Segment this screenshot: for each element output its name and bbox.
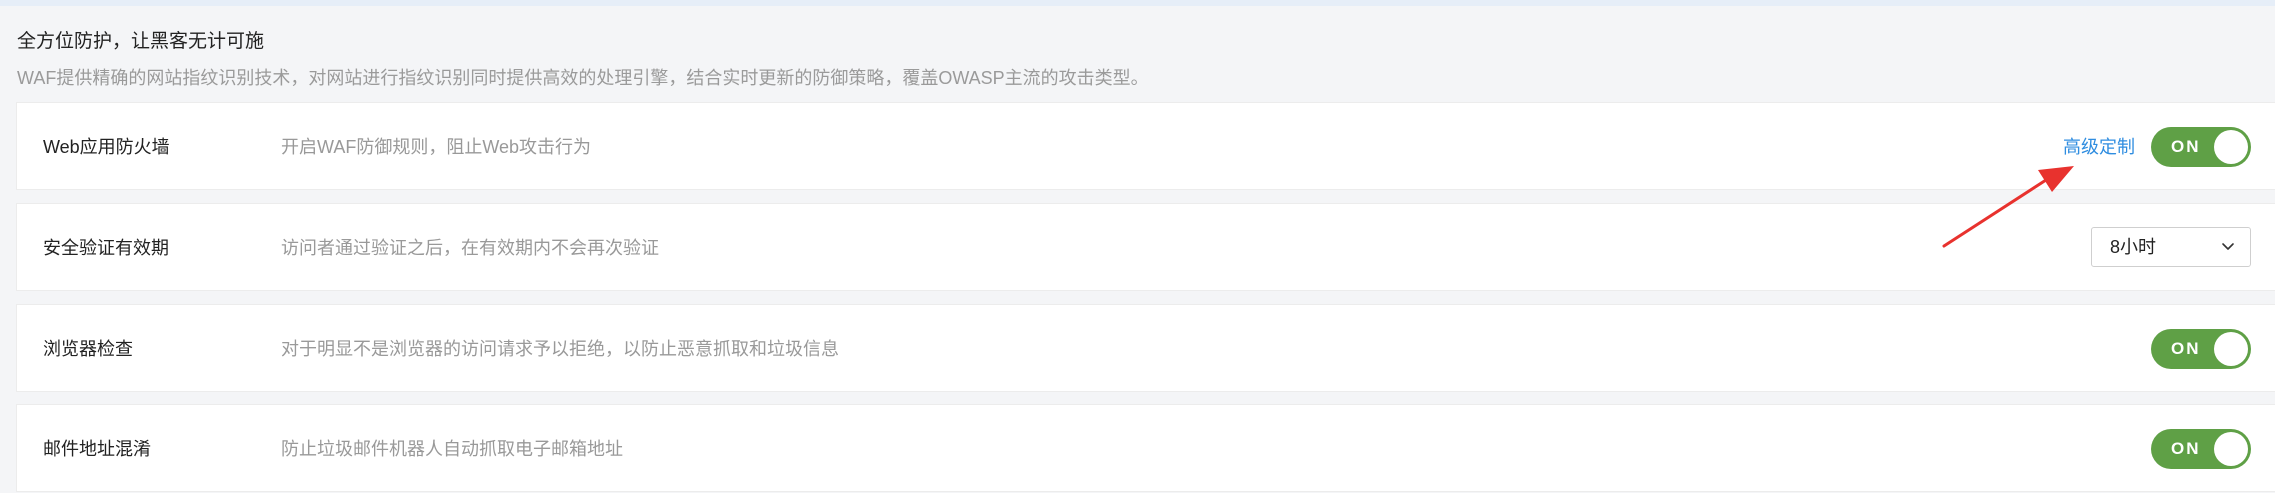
chevron-down-icon [2222,243,2234,250]
waf-toggle[interactable]: ON [2151,127,2251,167]
setting-card-verification-validity: 安全验证有效期 访问者通过验证之后，在有效期内不会再次验证 8小时 [16,203,2275,291]
email-obfuscation-toggle-label: ON [2171,439,2201,458]
setting-title-browser-check: 浏览器检查 [43,339,133,359]
setting-card-email-obfuscation: 邮件地址混淆 防止垃圾邮件机器人自动抓取电子邮箱地址 ON [16,404,2275,492]
waf-toggle-label: ON [2171,137,2201,156]
setting-description-browser-check: 对于明显不是浏览器的访问请求予以拒绝，以防止恶意抓取和垃圾信息 [281,339,839,359]
waf-toggle-knob [2214,130,2248,164]
top-strip [0,0,2275,6]
setting-card-browser-check: 浏览器检查 对于明显不是浏览器的访问请求予以拒绝，以防止恶意抓取和垃圾信息 ON [16,304,2275,392]
setting-description-verification-validity: 访问者通过验证之后，在有效期内不会再次验证 [281,238,659,258]
email-obfuscation-toggle[interactable]: ON [2151,429,2251,469]
setting-card-waf: Web应用防火墙 开启WAF防御规则，阻止Web攻击行为 高级定制 ON [16,102,2275,190]
browser-check-toggle-knob [2214,332,2248,366]
advanced-customize-link[interactable]: 高级定制 [2063,103,2135,191]
setting-title-email-obfuscation: 邮件地址混淆 [43,439,151,459]
section-description: WAF提供精确的网站指纹识别技术，对网站进行指纹识别同时提供高效的处理引擎，结合… [17,68,1149,88]
setting-description-waf: 开启WAF防御规则，阻止Web攻击行为 [281,137,592,157]
browser-check-toggle[interactable]: ON [2151,329,2251,369]
validity-period-value: 8小时 [2110,237,2157,257]
validity-period-select[interactable]: 8小时 [2091,227,2251,267]
setting-description-email-obfuscation: 防止垃圾邮件机器人自动抓取电子邮箱地址 [281,439,623,459]
browser-check-toggle-label: ON [2171,339,2201,358]
setting-title-verification-validity: 安全验证有效期 [43,238,169,258]
email-obfuscation-toggle-knob [2214,432,2248,466]
setting-title-waf: Web应用防火墙 [43,137,170,157]
section-title: 全方位防护，让黑客无计可施 [17,31,265,52]
